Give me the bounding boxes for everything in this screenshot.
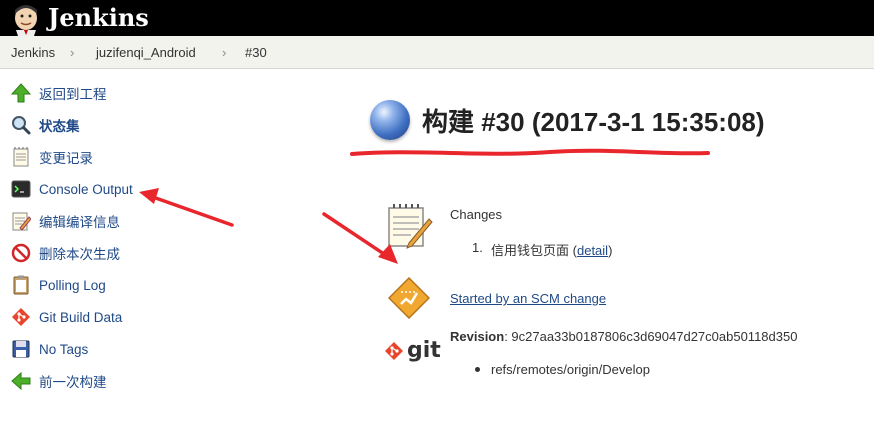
jenkins-butler-icon[interactable] [10,2,42,36]
clipboard-icon [10,274,32,296]
build-status-ball-icon [370,100,410,140]
git-logo: git [384,338,441,363]
changes-heading: Changes [450,207,503,222]
sidebar-item-label: 删除本次生成 [39,247,120,262]
git-logo-text: git [407,338,441,363]
sidebar-item-label: No Tags [39,341,89,357]
sidebar-item-label: Git Build Data [39,309,123,325]
sidebar-item-previous-build[interactable]: 前一次构建 [10,370,107,392]
sidebar-item-changes[interactable]: 变更记录 [10,146,93,168]
change-detail-close: ) [608,243,613,258]
sidebar-item-console-output[interactable]: Console Output [10,178,133,200]
revision: Revision: 9c27aa33b0187806c3d69047d27c0a… [450,329,797,344]
sidebar-item-delete-build[interactable]: 删除本次生成 [10,242,120,264]
no-entry-icon [10,242,32,264]
terminal-icon [10,178,32,200]
breadcrumb-separator: › [70,45,75,60]
build-title: 构建 #30 (2017-3-1 15:35:08) [422,106,765,137]
revision-label: Revision [450,329,505,344]
notepad-edit-icon [10,210,32,232]
sidebar-item-label: Console Output [39,181,133,197]
breadcrumb: Jenkins › juzifenqi_Android › #30 [0,36,874,69]
page-title: 构建 #30 (2017-3-1 15:35:08) [370,100,765,140]
changes-notepad-icon [388,204,433,249]
sidebar-item-label: 前一次构建 [39,375,107,390]
branch-bullet [475,367,480,372]
sidebar-item-label: Polling Log [39,277,106,293]
scm-change-icon [388,277,430,319]
sidebar-item-edit-build-info[interactable]: 编辑编译信息 [10,210,120,232]
up-arrow-icon [10,82,32,104]
sidebar-item-polling-log[interactable]: Polling Log [10,274,106,296]
annotation-underline [350,148,710,156]
branch-name: refs/remotes/origin/Develop [491,362,650,377]
change-message-text: 信用钱包页面 [491,243,570,258]
sidebar-item-back-to-project[interactable]: 返回到工程 [10,82,107,104]
sidebar-item-no-tags[interactable]: No Tags [10,338,88,360]
left-arrow-icon [10,370,32,392]
breadcrumb-separator: › [222,45,227,60]
breadcrumb-jenkins[interactable]: Jenkins [11,45,55,60]
breadcrumb-build[interactable]: #30 [245,45,267,60]
change-detail-link[interactable]: detail [577,243,608,258]
magnifier-icon [10,114,32,136]
scm-change-link[interactable]: Started by an SCM change [450,291,606,306]
top-header: Jenkins [0,0,874,36]
sidebar-item-label: 变更记录 [39,151,93,166]
breadcrumb-project[interactable]: juzifenqi_Android [96,45,196,60]
sidebar-item-status[interactable]: 状态集 [10,114,80,136]
change-number: 1. [472,240,483,255]
git-diamond-icon [10,306,32,328]
change-message: 信用钱包页面 (detail) [491,240,612,259]
floppy-icon [10,338,32,360]
sidebar-item-git-build-data[interactable]: Git Build Data [10,306,122,328]
notepad-icon [10,146,32,168]
git-diamond-icon [385,341,403,360]
app-name[interactable]: Jenkins [48,3,149,32]
sidebar-item-label: 状态集 [39,119,80,134]
revision-value: : 9c27aa33b0187806c3d69047d27c0ab50118d3… [504,329,798,344]
sidebar-item-label: 返回到工程 [39,87,107,102]
sidebar-item-label: 编辑编译信息 [39,215,120,230]
